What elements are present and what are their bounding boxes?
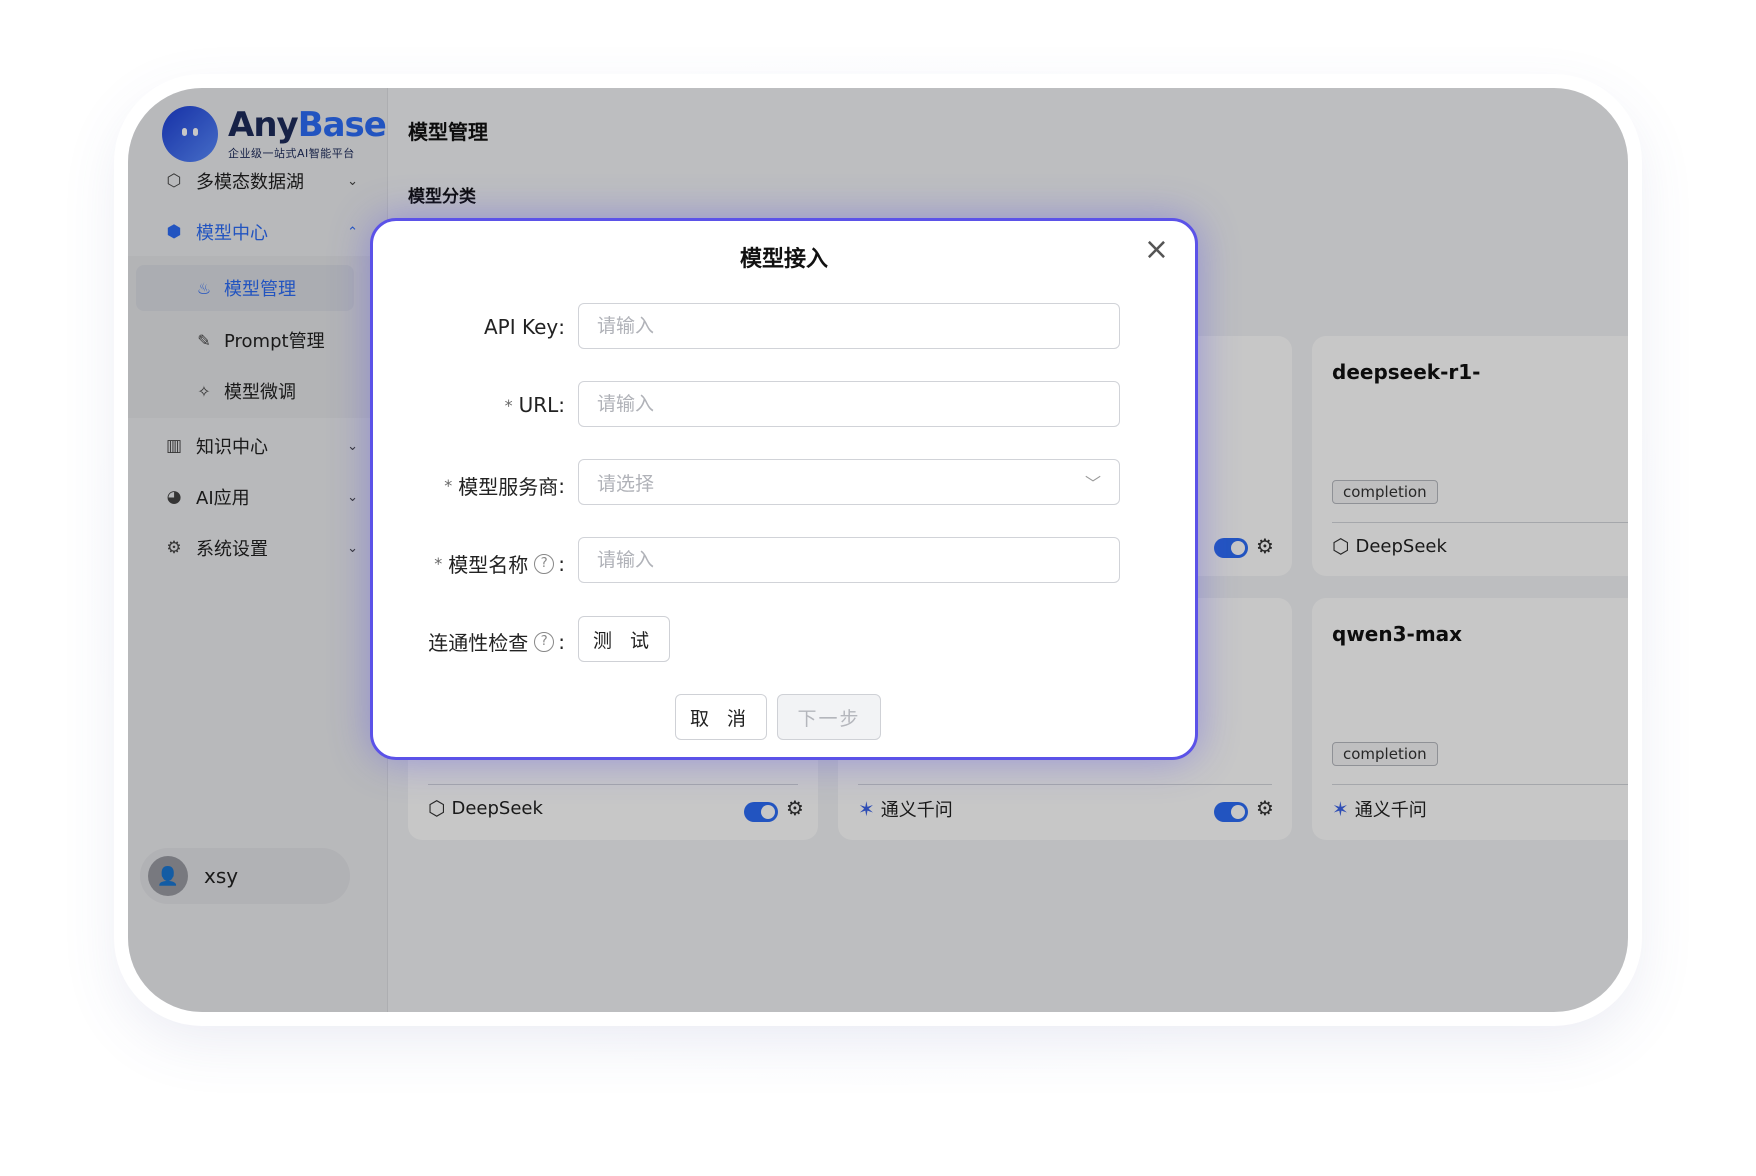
provider-label: * 模型服务商:	[444, 473, 565, 500]
required-mark: *	[434, 554, 443, 573]
cancel-button[interactable]: 取 消	[675, 694, 767, 740]
url-label: * URL:	[504, 393, 565, 417]
provider-select[interactable]: 请选择 ﹀	[578, 459, 1120, 505]
model-name-input[interactable]	[578, 537, 1120, 583]
connectivity-label: 连通性检查?:	[428, 629, 565, 656]
model-access-dialog: 模型接入 × API Key: *URL: *模型服务商: 请选择 ﹀ *模型名…	[370, 218, 1198, 760]
required-mark: *	[444, 476, 453, 495]
api-key-input[interactable]	[578, 303, 1120, 349]
close-icon[interactable]: ×	[1144, 235, 1169, 265]
help-icon[interactable]: ?	[534, 553, 555, 574]
dialog-title: 模型接入	[739, 247, 828, 272]
chevron-down-icon: ﹀	[1084, 474, 1101, 493]
stage: AnyBase 企业级一站式AI智能平台 ⬡ 多模态数据湖 ⌄ ⬢ 模型中心 ⌃…	[0, 0, 1756, 1176]
help-icon[interactable]: ?	[534, 631, 555, 652]
next-step-button[interactable]: 下一步	[777, 694, 881, 740]
url-input[interactable]	[578, 381, 1120, 427]
api-key-label: API Key:	[483, 315, 565, 339]
test-button[interactable]: 测 试	[578, 616, 670, 662]
required-mark: *	[504, 395, 513, 415]
model-name-label: * 模型名称?:	[434, 551, 565, 578]
